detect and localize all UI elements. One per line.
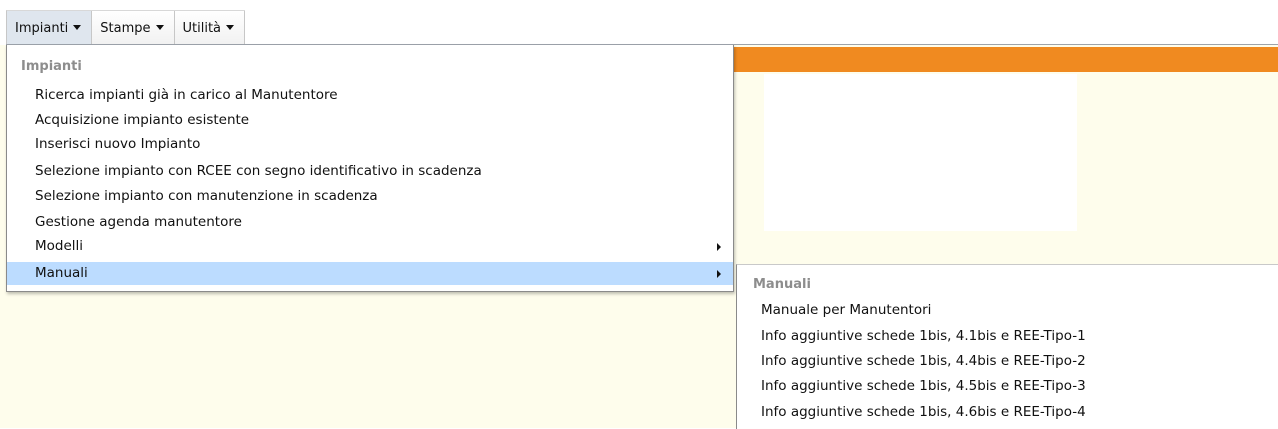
submenu-item-manuale-manutentori[interactable]: Manuale per Manutentori	[737, 299, 1278, 322]
menu-item-label: Selezione impianto con RCEE con segno id…	[35, 163, 482, 179]
menu-item-label: Manuali	[35, 265, 88, 281]
submenu-item-info-tipo-2[interactable]: Info aggiuntive schede 1bis, 4.4bis e RE…	[737, 350, 1278, 373]
menu-item-acquisizione-impianto[interactable]: Acquisizione impianto esistente	[7, 109, 733, 132]
menu-item-ricerca-impianti[interactable]: Ricerca impianti già in carico al Manute…	[7, 84, 733, 107]
menu-item-label: Ricerca impianti già in carico al Manute…	[35, 87, 338, 103]
menu-item-manuali[interactable]: Manuali	[7, 262, 733, 285]
impianti-dropdown: Impianti Ricerca impianti già in carico …	[6, 45, 734, 292]
chevron-right-icon	[717, 270, 721, 278]
submenu-item-info-tipo-3[interactable]: Info aggiuntive schede 1bis, 4.5bis e RE…	[737, 375, 1278, 398]
menu-item-selezione-manutenzione[interactable]: Selezione impianto con manutenzione in s…	[7, 185, 733, 208]
dropdown-header: Impianti	[21, 59, 82, 74]
submenu-item-label: Info aggiuntive schede 1bis, 4.1bis e RE…	[761, 328, 1086, 344]
menu-item-selezione-rcee[interactable]: Selezione impianto con RCEE con segno id…	[7, 160, 733, 183]
caret-down-icon	[73, 24, 82, 30]
submenu-item-label: Info aggiuntive schede 1bis, 4.6bis e RE…	[761, 404, 1086, 420]
submenu-item-info-tipo-1[interactable]: Info aggiuntive schede 1bis, 4.1bis e RE…	[737, 325, 1278, 348]
menubar-items: Impianti Stampe Utilità	[6, 10, 246, 45]
menu-item-label: Gestione agenda manutentore	[35, 214, 242, 230]
menu-item-inserisci-impianto[interactable]: Inserisci nuovo Impianto	[7, 133, 733, 156]
submenu-item-label: Info aggiuntive schede 1bis, 4.4bis e RE…	[761, 353, 1086, 369]
content-panel	[764, 74, 1077, 231]
submenu-header: Manuali	[753, 277, 811, 292]
submenu-item-label: Info aggiuntive schede 1bis, 4.5bis e RE…	[761, 378, 1086, 394]
menu-item-label: Selezione impianto con manutenzione in s…	[35, 188, 378, 204]
menu-stampe[interactable]: Stampe	[92, 11, 175, 45]
chevron-right-icon	[717, 243, 721, 251]
submenu-item-info-tipo-4[interactable]: Info aggiuntive schede 1bis, 4.6bis e RE…	[737, 401, 1278, 424]
menu-item-label: Acquisizione impianto esistente	[35, 112, 250, 128]
caret-down-icon	[226, 24, 235, 30]
menubar: Impianti Stampe Utilità	[0, 0, 1278, 45]
menu-utilita-label: Utilità	[182, 20, 222, 36]
caret-down-icon	[155, 24, 164, 30]
manuali-submenu: Manuali Manuale per Manutentori Info agg…	[736, 264, 1278, 429]
menu-item-modelli[interactable]: Modelli	[7, 235, 733, 258]
menu-item-label: Inserisci nuovo Impianto	[35, 136, 201, 152]
menu-item-gestione-agenda[interactable]: Gestione agenda manutentore	[7, 211, 733, 234]
menu-item-label: Modelli	[35, 238, 84, 254]
submenu-item-label: Manuale per Manutentori	[761, 302, 932, 318]
header-accent-bar	[728, 47, 1278, 72]
menu-utilita[interactable]: Utilità	[175, 11, 246, 45]
menu-impianti[interactable]: Impianti	[7, 11, 93, 45]
menu-stampe-label: Stampe	[100, 20, 151, 36]
menu-impianti-label: Impianti	[15, 20, 69, 36]
